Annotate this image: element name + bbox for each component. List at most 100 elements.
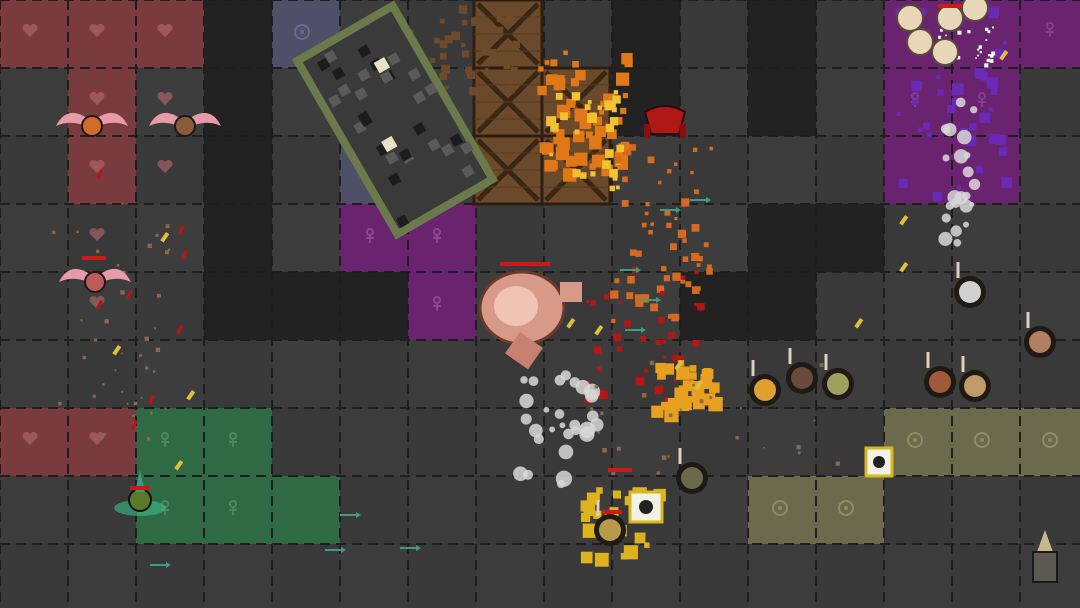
fire-burst	[692, 147, 698, 153]
floor-tile	[204, 340, 272, 408]
arena-map[interactable]	[0, 0, 1080, 608]
spark	[560, 112, 568, 121]
fire-burst	[689, 365, 697, 372]
floor-tile	[884, 476, 952, 544]
shell-casing	[139, 354, 142, 357]
dirt-debris	[506, 85, 515, 94]
floor-tile	[68, 340, 136, 408]
blood-splatter	[668, 332, 675, 339]
smoke-puff	[938, 231, 953, 246]
white-spark	[938, 35, 942, 39]
fire-burst	[624, 59, 633, 68]
floor-tile	[816, 544, 884, 608]
fire-burst	[589, 163, 596, 170]
fire-burst	[701, 380, 710, 389]
blood-splatter	[663, 355, 667, 359]
fire-burst	[696, 286, 701, 291]
fire-burst	[708, 396, 723, 412]
smoke-puff	[943, 122, 957, 137]
spark	[605, 123, 615, 133]
fire-burst	[563, 50, 568, 56]
dirt-debris	[471, 17, 480, 26]
fire-burst	[670, 243, 677, 251]
fire-burst	[627, 275, 635, 284]
smoke-puff	[957, 129, 972, 145]
white-spark	[977, 48, 980, 51]
shell-casing	[739, 407, 742, 410]
blood-splatter	[598, 390, 608, 400]
shell-casing	[140, 397, 143, 399]
floor-tile	[0, 136, 68, 204]
floor-tile	[1020, 68, 1080, 136]
spark	[604, 100, 615, 111]
spark	[574, 129, 580, 135]
shell-casing	[132, 414, 135, 417]
floor-tile	[816, 0, 884, 68]
shell-casing	[121, 352, 123, 355]
unit-red-crab-beast[interactable]	[643, 105, 687, 138]
fire-burst	[645, 202, 650, 207]
blood-splatter	[618, 300, 622, 305]
shell-casing	[813, 419, 816, 422]
shell-casing	[76, 230, 79, 234]
fire-burst	[677, 229, 687, 238]
fire-burst	[663, 275, 670, 282]
fire-burst	[651, 405, 664, 418]
fire-burst	[629, 249, 637, 256]
dirt-debris	[444, 85, 449, 90]
dirt-debris	[461, 50, 470, 58]
floor-tile	[408, 408, 476, 476]
spark	[546, 116, 557, 127]
dirt-debris	[512, 40, 520, 48]
dirt-debris	[441, 64, 450, 74]
shell-casing	[116, 263, 120, 267]
smoke-puff	[533, 433, 544, 445]
spark	[613, 90, 619, 95]
shell-casing	[692, 383, 695, 387]
dirt-debris	[510, 66, 518, 74]
smoke-puff	[549, 426, 556, 433]
fire-burst	[621, 200, 629, 207]
shell-casing	[656, 471, 660, 475]
blood-splatter	[635, 376, 645, 386]
floor-tile	[816, 272, 884, 340]
white-spark	[987, 54, 991, 57]
fire-burst	[707, 264, 712, 270]
fire-burst	[616, 72, 630, 86]
blood-splatter	[694, 302, 698, 307]
purple-spark	[932, 192, 943, 202]
shell-casing	[52, 230, 56, 234]
blood-splatter	[596, 366, 602, 372]
fire-burst	[574, 154, 585, 165]
shell-casing	[602, 448, 607, 453]
white-spark	[945, 34, 947, 37]
floor-tile	[408, 544, 476, 608]
fire-burst	[544, 159, 557, 172]
smoke-puff	[963, 221, 970, 228]
shell-casing	[102, 383, 105, 386]
shell-casing	[133, 401, 138, 406]
fire-burst	[691, 224, 700, 232]
smoke-puff	[523, 469, 533, 480]
shell-casing	[594, 385, 599, 389]
shell-casing	[103, 432, 107, 436]
shell-casing	[149, 411, 153, 415]
shell-casing	[709, 396, 713, 400]
wall-block	[204, 0, 272, 340]
shell-casing	[763, 446, 765, 449]
fire-burst	[599, 109, 605, 115]
smoke-puff	[962, 166, 974, 178]
shell-casing	[155, 347, 161, 353]
purple-spark	[989, 133, 1000, 144]
smoke-puff	[953, 238, 962, 247]
shell-casing	[699, 399, 704, 404]
smoke-puff	[554, 409, 565, 419]
smoke-puff	[519, 393, 534, 409]
smoke-puff	[590, 418, 604, 432]
fire-burst	[650, 303, 659, 312]
fire-burst	[626, 292, 634, 300]
shell-casing	[121, 202, 124, 205]
purple-spark	[974, 68, 986, 79]
white-spark	[986, 58, 990, 63]
spark	[594, 552, 609, 567]
